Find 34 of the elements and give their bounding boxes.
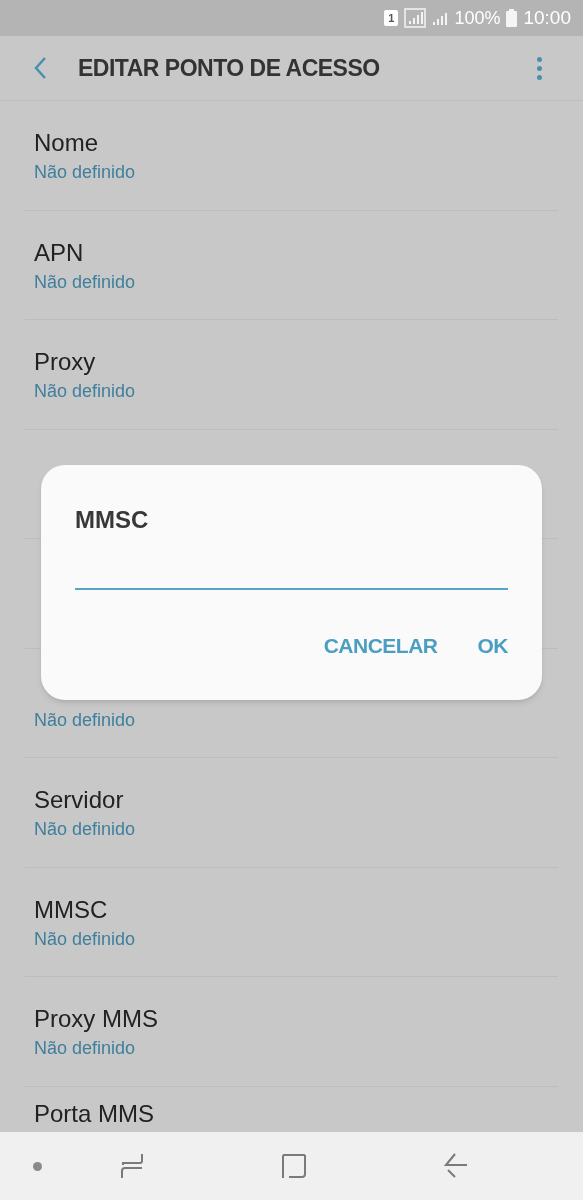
setting-item[interactable]: Proxy MMS Não definido [25,977,558,1087]
signal-icon [404,8,427,28]
back-arrow-icon [444,1153,468,1179]
setting-value: Não definido [34,1037,136,1060]
setting-value: Não definido [34,380,136,403]
home-button[interactable] [279,1151,309,1181]
setting-title: APN [34,237,84,268]
setting-value: Não definido [34,927,136,951]
setting-item[interactable]: APN Não definido [25,210,558,320]
setting-title: Porta MMS [34,1098,155,1129]
setting-title: Proxy [34,347,96,377]
home-icon [281,1153,307,1179]
setting-title: Proxy MMS [34,1004,158,1034]
setting-value: Não definido [34,161,136,184]
clock: 10:00 [523,5,571,30]
setting-item[interactable]: Nome Não definido [25,101,558,211]
setting-value: Não definido [34,270,136,294]
setting-title: Servidor [34,785,124,815]
setting-item[interactable]: Proxy Não definido [25,320,558,430]
setting-title: Nome [34,128,99,158]
battery-icon [506,9,518,27]
sim-icon: 1 [384,10,399,26]
chevron-left-icon [33,56,47,80]
battery-percentage: 100% [454,6,501,30]
recent-apps-icon [120,1153,144,1179]
signal-icon [432,10,449,26]
setting-title: MMSC [34,894,108,925]
setting-item[interactable]: MMSC Não definido [25,867,558,977]
setting-value: Não definido [34,708,136,732]
screen-title: EDITAR PONTO DE ACESSO [78,53,381,83]
setting-item[interactable]: Porta MMS [25,1086,558,1131]
dialog-title: MMSC [75,505,149,535]
setting-item[interactable]: Servidor Não definido [25,758,558,868]
setting-value: Não definido [34,818,136,841]
